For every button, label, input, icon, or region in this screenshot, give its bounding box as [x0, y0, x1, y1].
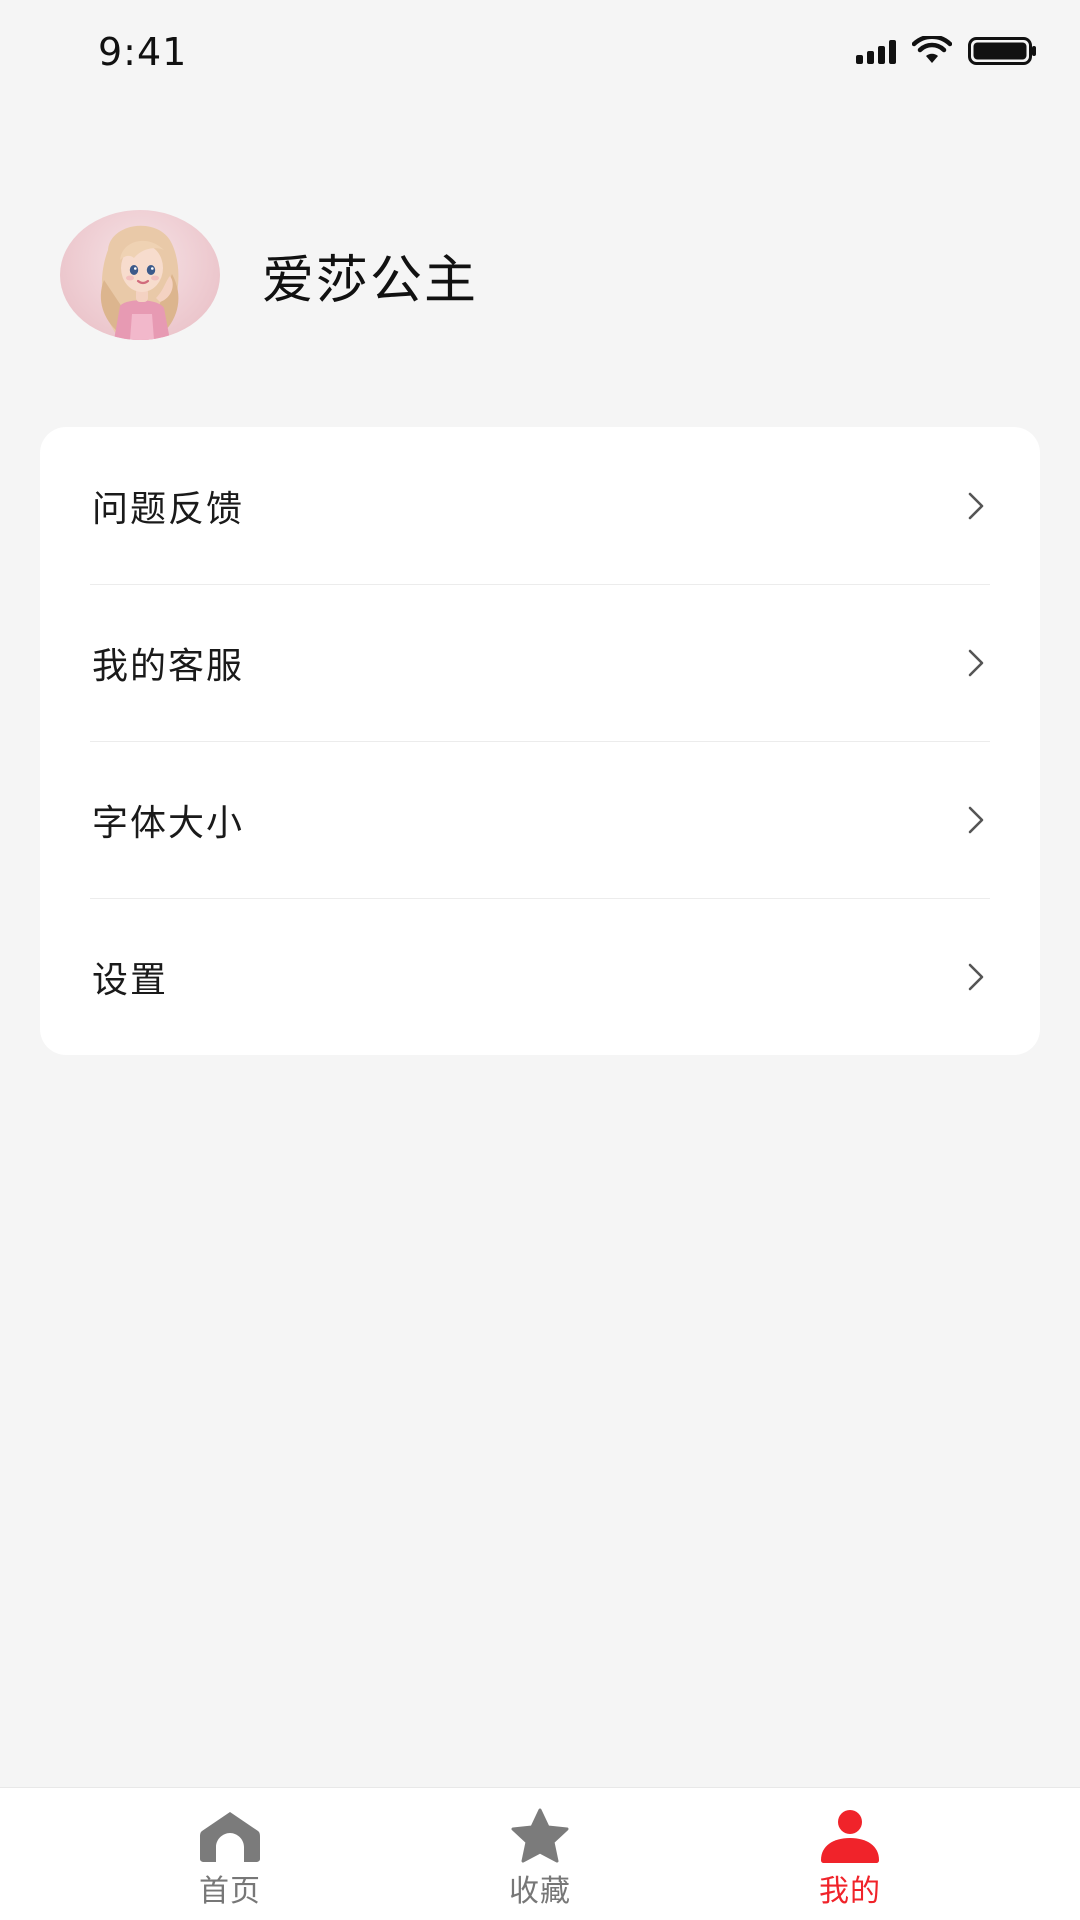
menu-item-label: 设置 [92, 959, 169, 1001]
tab-favorites[interactable]: 收藏 [460, 1788, 620, 1920]
status-bar: 9:41 [0, 0, 1080, 110]
user-icon [817, 1808, 883, 1864]
home-icon [198, 1808, 262, 1864]
avatar[interactable] [60, 210, 220, 340]
profile-header[interactable]: 爱莎公主 [60, 210, 478, 340]
cellular-signal-icon [856, 38, 896, 64]
menu-item-label: 问题反馈 [92, 488, 245, 530]
tab-mine-label: 我的 [819, 1874, 881, 1909]
star-icon [507, 1808, 573, 1864]
chevron-right-icon [964, 491, 988, 521]
tab-mine[interactable]: 我的 [770, 1788, 930, 1920]
tab-home-label: 首页 [199, 1874, 261, 1909]
menu-item-font-size[interactable]: 字体大小 [40, 741, 1040, 898]
chevron-right-icon [964, 962, 988, 992]
tab-home[interactable]: 首页 [150, 1788, 310, 1920]
wifi-icon [912, 36, 952, 63]
chevron-right-icon [964, 805, 988, 835]
battery-icon [968, 37, 1036, 65]
menu-item-label: 字体大小 [92, 802, 245, 844]
princess-avatar-icon [100, 225, 179, 340]
status-time: 9:41 [98, 30, 188, 74]
chevron-right-icon [964, 648, 988, 678]
username: 爱莎公主 [262, 250, 479, 311]
status-icons [856, 36, 1038, 66]
bottom-tab-bar: 首页 收藏 我的 [0, 1787, 1080, 1920]
tab-favorites-label: 收藏 [509, 1874, 571, 1909]
menu-item-feedback[interactable]: 问题反馈 [40, 427, 1040, 584]
menu-item-settings[interactable]: 设置 [40, 898, 1040, 1055]
menu-item-customer-service[interactable]: 我的客服 [40, 584, 1040, 741]
menu-item-label: 我的客服 [92, 645, 245, 687]
menu-card: 问题反馈 我的客服 字体大小 设置 [40, 427, 1040, 1055]
